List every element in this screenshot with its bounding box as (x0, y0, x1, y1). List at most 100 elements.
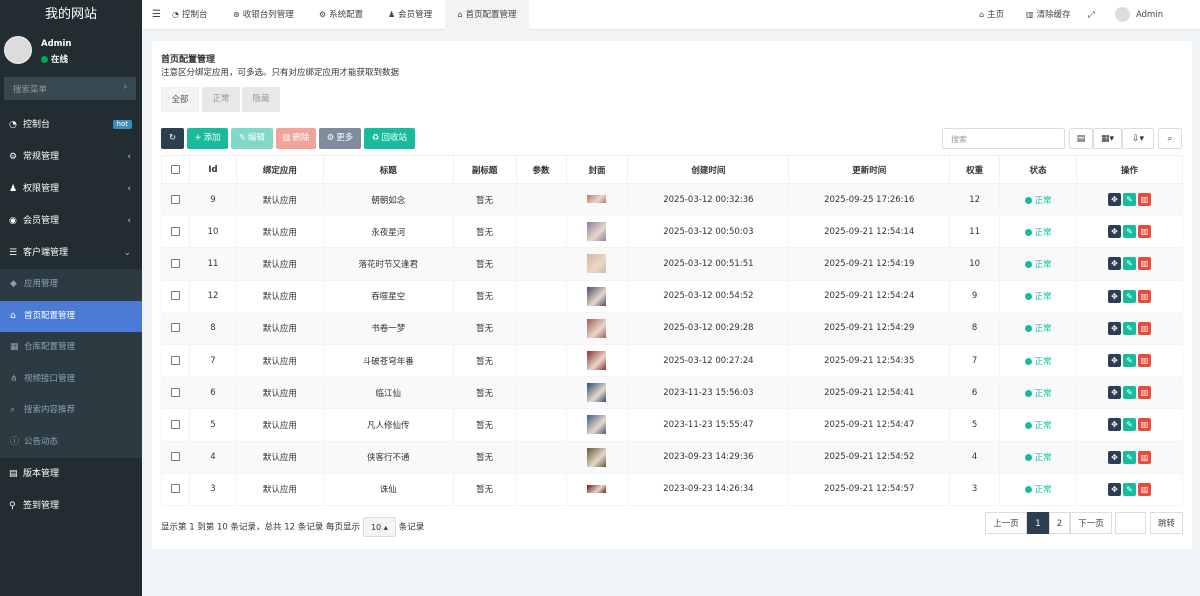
delete-icon[interactable]: ▥ (1138, 482, 1151, 496)
delete-icon[interactable]: ▥ (1138, 386, 1151, 400)
delete-icon[interactable]: ▥ (1138, 418, 1151, 432)
search-icon[interactable]: ⌕ (123, 82, 128, 92)
cover-image[interactable] (587, 415, 607, 435)
drag-icon[interactable]: ✥ (1108, 386, 1121, 400)
row-checkbox[interactable] (170, 226, 180, 236)
tab-all[interactable]: 全部 (161, 87, 199, 112)
edit-icon[interactable]: ✎ (1123, 450, 1136, 464)
row-checkbox[interactable] (170, 419, 180, 429)
row-checkbox[interactable] (170, 323, 180, 333)
delete-icon[interactable]: ▥ (1138, 289, 1151, 303)
menu-search-input[interactable]: 搜索菜单 ⌕ (4, 77, 136, 100)
site-logo[interactable]: 我的网站 (0, 0, 142, 30)
export-button[interactable]: ⇩▾ (1122, 128, 1154, 149)
drag-icon[interactable]: ✥ (1108, 225, 1121, 239)
search-toggle-button[interactable]: ⌕ (1158, 128, 1182, 149)
row-checkbox[interactable] (170, 258, 180, 268)
delete-icon[interactable]: ▥ (1138, 193, 1151, 207)
sidebar-item-1[interactable]: ⚙ 常规管理 ‹ (0, 141, 142, 173)
cover-image[interactable] (587, 222, 607, 242)
submenu-item-1[interactable]: ⌂ 首页配置管理 (0, 300, 142, 332)
drag-icon[interactable]: ✥ (1108, 354, 1121, 368)
cover-image[interactable] (587, 351, 607, 371)
drag-icon[interactable]: ✥ (1108, 450, 1121, 464)
submenu-item-2[interactable]: ▦ 仓库配置管理 (0, 332, 142, 364)
cover-image[interactable] (587, 286, 607, 306)
admin-menu[interactable]: Admin (1115, 0, 1163, 30)
drag-icon[interactable]: ✥ (1108, 321, 1121, 335)
more-button[interactable]: ⚙ 更多 (319, 128, 361, 149)
cover-image[interactable] (587, 318, 607, 338)
edit-icon[interactable]: ✎ (1123, 482, 1136, 496)
nav-tab-2[interactable]: ⚙ 系统配置 (319, 0, 363, 30)
table-search-input[interactable]: 搜索 (942, 128, 1065, 149)
next-page-button[interactable]: 下一页 (1070, 512, 1112, 534)
cover-image[interactable] (587, 195, 607, 204)
sidebar-bottom-item-0[interactable]: ▤ 版本管理 (0, 458, 142, 490)
sidebar-item-2[interactable]: ♟ 权限管理 ‹ (0, 173, 142, 205)
row-checkbox[interactable] (170, 291, 180, 301)
submenu-item-5[interactable]: ⓘ 公告动态 (0, 427, 142, 459)
sidebar-bottom-item-1[interactable]: ⚲ 签到管理 (0, 490, 142, 522)
submenu-item-3[interactable]: ⋔ 视频接口管理 (0, 364, 142, 396)
recycle-bin-button[interactable]: ♻ 回收站 (364, 128, 415, 149)
delete-icon[interactable]: ▥ (1138, 354, 1151, 368)
prev-page-button[interactable]: 上一页 (985, 512, 1027, 534)
fullscreen-icon[interactable]: ⤢ (1088, 0, 1095, 30)
page-1-button[interactable]: 1 (1027, 512, 1049, 534)
row-checkbox[interactable] (170, 484, 180, 494)
cover-image[interactable] (587, 484, 607, 493)
submenu-item-4[interactable]: ⌕ 搜索内容推荐 (0, 395, 142, 427)
drag-icon[interactable]: ✥ (1108, 257, 1121, 271)
cover-image[interactable] (587, 447, 607, 467)
delete-button[interactable]: ▥ 删除 (276, 128, 316, 149)
row-checkbox[interactable] (170, 387, 180, 397)
nav-tab-0[interactable]: ◔ 控制台 (172, 0, 208, 30)
tab-normal[interactable]: 正常 (202, 87, 240, 112)
page-size-select[interactable]: 10 ▴ (362, 517, 396, 537)
sidebar-item-3[interactable]: ◉ 会员管理 ‹ (0, 205, 142, 237)
edit-icon[interactable]: ✎ (1123, 225, 1136, 239)
edit-icon[interactable]: ✎ (1123, 321, 1136, 335)
edit-icon[interactable]: ✎ (1123, 386, 1136, 400)
delete-icon[interactable]: ▥ (1138, 321, 1151, 335)
goto-page-input[interactable] (1115, 512, 1146, 534)
goto-button[interactable]: 跳转 (1150, 512, 1183, 534)
delete-icon[interactable]: ▥ (1138, 450, 1151, 464)
cover-image[interactable] (587, 254, 607, 274)
chevron-icon: ‹ (127, 152, 131, 162)
cell-weight: 10 (949, 247, 1001, 281)
edit-icon[interactable]: ✎ (1123, 418, 1136, 432)
edit-button[interactable]: ✎ 编辑 (231, 128, 273, 149)
sidebar-item-4[interactable]: ☰ 客户端管理 ⌄ (0, 237, 142, 269)
clear-cache-button[interactable]: ▥ 清除缓存 (1026, 0, 1071, 30)
drag-icon[interactable]: ✥ (1108, 289, 1121, 303)
row-checkbox[interactable] (170, 194, 180, 204)
delete-icon[interactable]: ▥ (1138, 225, 1151, 239)
nav-tab-4[interactable]: ⌂ 首页配置管理 (445, 0, 529, 30)
add-button[interactable]: + 添加 (187, 128, 228, 149)
cover-image[interactable] (587, 383, 607, 403)
menu-toggle-icon[interactable]: ☰ (152, 0, 161, 30)
select-all-checkbox[interactable] (170, 164, 180, 174)
edit-icon[interactable]: ✎ (1123, 289, 1136, 303)
drag-icon[interactable]: ✥ (1108, 418, 1121, 432)
nav-tab-1[interactable]: ⊛ 收银台列管理 (233, 0, 294, 30)
home-link[interactable]: ⌂ 主页 (979, 0, 1004, 30)
drag-icon[interactable]: ✥ (1108, 482, 1121, 496)
row-checkbox[interactable] (170, 355, 180, 365)
page-2-button[interactable]: 2 (1049, 512, 1070, 534)
toggle-view-button[interactable]: ▤ (1069, 128, 1093, 149)
edit-icon[interactable]: ✎ (1123, 257, 1136, 271)
sidebar-item-0[interactable]: ◔ 控制台 hot (0, 109, 142, 141)
edit-icon[interactable]: ✎ (1123, 354, 1136, 368)
edit-icon[interactable]: ✎ (1123, 193, 1136, 207)
row-checkbox[interactable] (170, 452, 180, 462)
columns-button[interactable]: ▦▾ (1093, 128, 1122, 149)
nav-tab-3[interactable]: ♟ 会员管理 (388, 0, 432, 30)
submenu-item-0[interactable]: ◆ 应用管理 (0, 269, 142, 301)
refresh-button[interactable]: ↻ (161, 128, 184, 149)
tab-hidden[interactable]: 隐藏 (242, 87, 280, 112)
delete-icon[interactable]: ▥ (1138, 257, 1151, 271)
drag-icon[interactable]: ✥ (1108, 193, 1121, 207)
